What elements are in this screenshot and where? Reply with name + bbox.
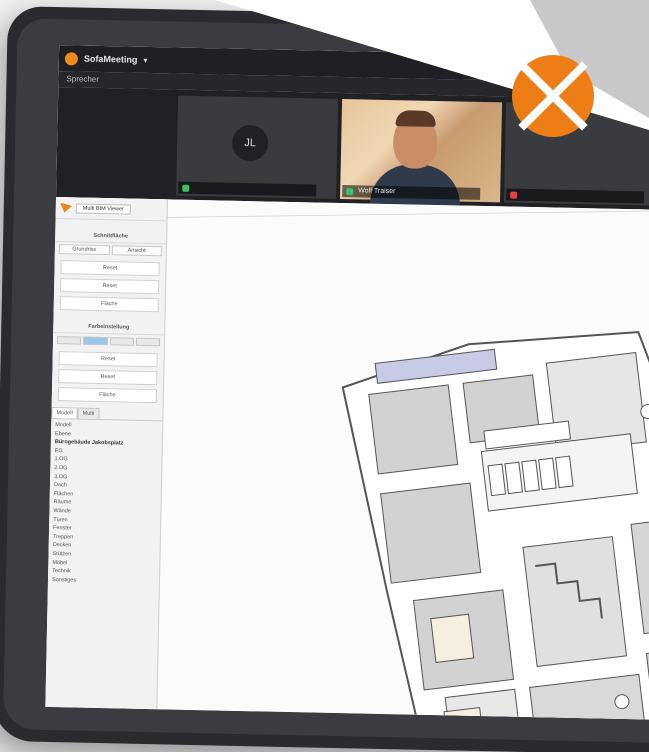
mic-icon xyxy=(346,188,354,196)
bed xyxy=(430,613,475,663)
reset-button[interactable]: Reset xyxy=(60,278,160,295)
tab-grundriss[interactable]: Grundriss xyxy=(58,244,110,256)
brand-button[interactable]: Multi BIM Viewer xyxy=(75,202,132,215)
participant-name: Wolf Traiser xyxy=(358,187,396,196)
video-person-hair xyxy=(395,110,436,127)
tab-modell[interactable]: Modell xyxy=(51,407,78,419)
app-title: SofaMeeting xyxy=(83,53,138,65)
tab-multi[interactable]: Multi xyxy=(77,407,100,420)
cabinet xyxy=(504,461,523,495)
color-swatch-selected[interactable] xyxy=(83,336,108,346)
bim-viewer: Multi BIM Viewer Schnittfläche Grundriss… xyxy=(45,197,649,721)
color-swatches xyxy=(53,333,164,349)
tab-ansicht[interactable]: Ansicht xyxy=(111,245,163,257)
mic-icon xyxy=(182,184,190,192)
viewer-sidebar: Multi BIM Viewer Schnittfläche Grundriss… xyxy=(45,197,168,710)
area-button[interactable]: Fläche xyxy=(57,387,158,404)
room xyxy=(368,384,459,475)
participant-nameplate: Wolf Traiser xyxy=(342,185,481,200)
avatar: JL xyxy=(231,124,269,162)
stage: SofaMeeting ▾ Sprecher JL Wolf Traiser M… xyxy=(0,0,649,752)
color-swatch[interactable] xyxy=(56,336,82,345)
panel-tabs: Grundriss Ansicht xyxy=(55,242,166,258)
participant-nameplate xyxy=(506,188,645,204)
cabinet xyxy=(521,459,540,493)
cabinet xyxy=(487,463,507,497)
brand-cross-logo-icon xyxy=(512,55,594,137)
screen: SofaMeeting ▾ Sprecher JL Wolf Traiser M… xyxy=(45,45,649,721)
viewer-brand: Multi BIM Viewer xyxy=(55,197,167,222)
menu-item-speaker[interactable]: Sprecher xyxy=(66,74,99,84)
participant-nameplate xyxy=(178,181,317,197)
color-swatch[interactable] xyxy=(109,337,134,346)
room xyxy=(380,482,482,584)
chevron-down-icon[interactable]: ▾ xyxy=(143,55,147,64)
plan-drawing xyxy=(341,331,649,721)
participant-tile[interactable]: JL xyxy=(176,95,339,199)
color-swatch[interactable] xyxy=(135,337,161,347)
app-logo-icon xyxy=(64,51,79,65)
stair-room xyxy=(522,536,628,667)
cabinet xyxy=(555,455,574,489)
tree-item[interactable]: Sonstiges xyxy=(52,576,155,587)
mic-muted-icon xyxy=(510,191,518,199)
area-button[interactable]: Fläche xyxy=(59,296,159,313)
participant-tile-video[interactable]: Wolf Traiser xyxy=(340,99,503,206)
model-tree: Modell Ebene Bürogebäude Jakobsplatz EG 1.OG… xyxy=(48,419,162,589)
floor-plan[interactable] xyxy=(157,199,649,721)
reset-button[interactable]: Reset xyxy=(58,369,158,386)
cabinet xyxy=(538,457,557,491)
reset-button[interactable]: Reset xyxy=(58,351,158,368)
brand-logo-icon xyxy=(60,203,72,213)
reset-button[interactable]: Reset xyxy=(60,260,160,277)
